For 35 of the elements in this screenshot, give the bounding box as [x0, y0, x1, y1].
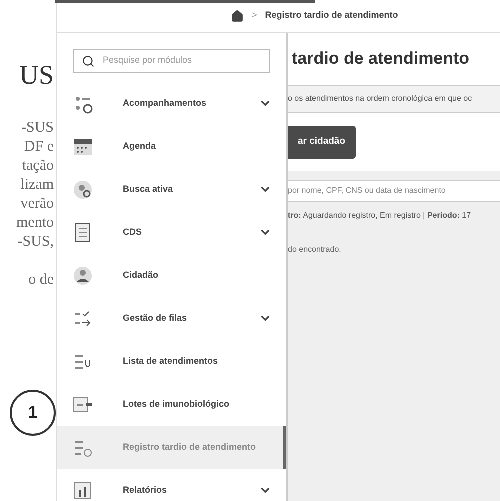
menu-item[interactable]: CDS	[57, 211, 286, 254]
calendar-icon	[73, 136, 93, 156]
menu-item[interactable]: Lotes de imunobiológico	[57, 383, 286, 426]
card-icon	[73, 394, 93, 414]
paragraph-line: verão	[20, 195, 54, 214]
paragraph-line: mento	[16, 214, 54, 233]
person-icon	[73, 266, 93, 286]
paragraph-line: tação	[22, 157, 54, 176]
empty-message: do encontrado.	[288, 244, 342, 256]
menu-item[interactable]: Busca ativa	[57, 168, 286, 211]
breadcrumb-separator: >	[252, 9, 258, 22]
document-icon	[73, 222, 93, 242]
menu-item[interactable]: Gestão de filas	[57, 297, 286, 340]
menu-item[interactable]: Acompanhamentos	[57, 82, 286, 125]
citizen-search-field[interactable]: por nome, CPF, CNS ou data de nascimento	[288, 180, 500, 202]
menu-item[interactable]: Relatórios	[57, 469, 286, 501]
paragraph-line: DF e	[24, 138, 54, 157]
paragraph-line: -SUS,	[18, 233, 54, 252]
menu-item[interactable]: Cidadão	[57, 254, 286, 297]
home-icon[interactable]	[231, 10, 244, 22]
info-text: o os atendimentos na ordem cronológica em que oc	[288, 93, 472, 105]
person-search-icon	[73, 180, 93, 200]
filter-summary: tro: Aguardando registro, Em registro | Período: 17	[288, 210, 472, 222]
menu-item[interactable]: Lista de atendimentos	[57, 340, 286, 383]
add-citizen-button[interactable]: ar cidadão	[288, 126, 356, 158]
menu-item[interactable]: Agenda	[57, 125, 286, 168]
breadcrumb-link[interactable]: Registro tardio de atendimento	[265, 9, 398, 23]
search-icon	[82, 54, 95, 68]
paragraph-line: lizam	[20, 176, 54, 195]
document-heading: US	[19, 62, 54, 89]
queue-icon	[73, 308, 93, 328]
bar-chart-icon	[73, 480, 93, 500]
paragraph-line: o de	[28, 271, 54, 290]
page-title: tardio de atendimento	[292, 48, 470, 70]
paragraph-line: -SUS	[21, 119, 54, 138]
